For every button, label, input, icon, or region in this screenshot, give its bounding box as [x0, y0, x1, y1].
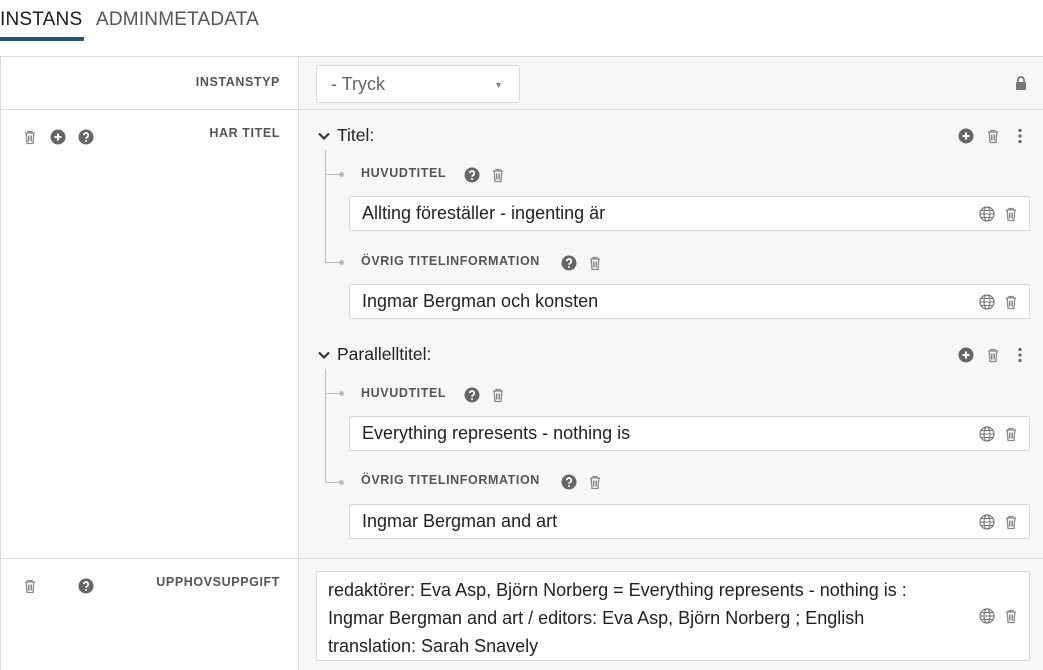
tree-node-dot [339, 480, 344, 485]
trash-icon[interactable] [1003, 608, 1019, 624]
help-icon[interactable] [78, 578, 94, 594]
parallel-huvudtitel-value[interactable]: Everything represents - nothing is [362, 423, 630, 444]
add-circle-icon[interactable] [958, 128, 974, 144]
text-line: redaktörer: Eva Asp, Björn Norberg = Eve… [328, 580, 907, 600]
trash-icon[interactable] [1003, 206, 1019, 222]
huvudtitel-field[interactable]: Allting föreställer - ingenting är [349, 196, 1030, 231]
har-titel-label: HAR TITEL [209, 126, 280, 140]
kebab-menu-icon[interactable] [1012, 128, 1028, 144]
instanstyp-selected-value: - Tryck [331, 74, 385, 94]
row-divider [1, 109, 1043, 110]
trash-icon[interactable] [22, 578, 38, 594]
globe-icon[interactable] [979, 206, 995, 222]
trash-icon[interactable] [985, 128, 1001, 144]
help-icon[interactable] [464, 387, 480, 403]
huvudtitel-value[interactable]: Allting föreställer - ingenting är [362, 203, 605, 224]
tab-bar: INSTANS ADMINMETADATA [0, 0, 1043, 50]
trash-icon[interactable] [587, 255, 603, 271]
globe-icon[interactable] [979, 294, 995, 310]
lock-icon [1013, 75, 1029, 91]
upphovsuppgift-textarea[interactable]: redaktörer: Eva Asp, Björn Norberg = Eve… [316, 571, 1030, 661]
parallel-huvudtitel-field[interactable]: Everything represents - nothing is [349, 416, 1030, 451]
globe-icon[interactable] [979, 426, 995, 442]
row-divider [1, 558, 1043, 559]
chevron-down-icon[interactable] [317, 129, 331, 143]
dropdown-caret-icon: ▼ [494, 80, 503, 90]
trash-icon[interactable] [1003, 426, 1019, 442]
group-title-parallelltitel: Parallelltitel: [337, 344, 432, 364]
upphovsuppgift-label: UPPHOVSUPPGIFT [156, 575, 280, 589]
text-line: Ingmar Bergman and art / editors: Eva As… [328, 608, 865, 628]
huvudtitel-label: HUVUDTITEL [361, 386, 447, 400]
add-circle-icon[interactable] [958, 347, 974, 363]
instanstyp-select[interactable]: - Tryck ▼ [316, 65, 520, 103]
ovrig-titelinformation-value[interactable]: Ingmar Bergman och konsten [362, 291, 598, 312]
trash-icon[interactable] [985, 347, 1001, 363]
trash-icon[interactable] [587, 474, 603, 490]
kebab-menu-icon[interactable] [1012, 347, 1028, 363]
help-icon[interactable] [78, 129, 94, 145]
tab-adminmetadata[interactable]: ADMINMETADATA [96, 9, 259, 31]
text-line: translation: Sarah Snavely [328, 636, 539, 656]
globe-icon[interactable] [979, 514, 995, 530]
tab-instans[interactable]: INSTANS [0, 9, 85, 41]
help-icon[interactable] [464, 167, 480, 183]
trash-icon[interactable] [1003, 294, 1019, 310]
tree-node-dot [339, 260, 344, 265]
help-icon[interactable] [561, 255, 577, 271]
trash-icon[interactable] [22, 129, 38, 145]
tree-connector [325, 369, 326, 482]
ovrig-titelinformation-label: ÖVRIG TITELINFORMATION [361, 254, 540, 268]
chevron-down-icon[interactable] [317, 348, 331, 362]
trash-icon[interactable] [490, 387, 506, 403]
instanstyp-label: INSTANSTYP [195, 75, 280, 89]
tree-node-dot [339, 391, 344, 396]
add-circle-icon[interactable] [50, 129, 66, 145]
parallel-ovrig-titelinformation-field[interactable]: Ingmar Bergman and art [349, 504, 1030, 539]
tree-connector [325, 150, 326, 262]
trash-icon[interactable] [1003, 514, 1019, 530]
huvudtitel-label: HUVUDTITEL [361, 166, 447, 180]
group-title-titel: Titel: [337, 125, 375, 145]
parallel-ovrig-titelinformation-value[interactable]: Ingmar Bergman and art [362, 511, 557, 532]
tree-node-dot [339, 172, 344, 177]
ovrig-titelinformation-label: ÖVRIG TITELINFORMATION [361, 473, 540, 487]
globe-icon[interactable] [979, 608, 995, 624]
upphovsuppgift-text[interactable]: redaktörer: Eva Asp, Björn Norberg = Eve… [328, 576, 968, 660]
trash-icon[interactable] [490, 167, 506, 183]
help-icon[interactable] [561, 474, 577, 490]
ovrig-titelinformation-field[interactable]: Ingmar Bergman och konsten [349, 284, 1030, 319]
